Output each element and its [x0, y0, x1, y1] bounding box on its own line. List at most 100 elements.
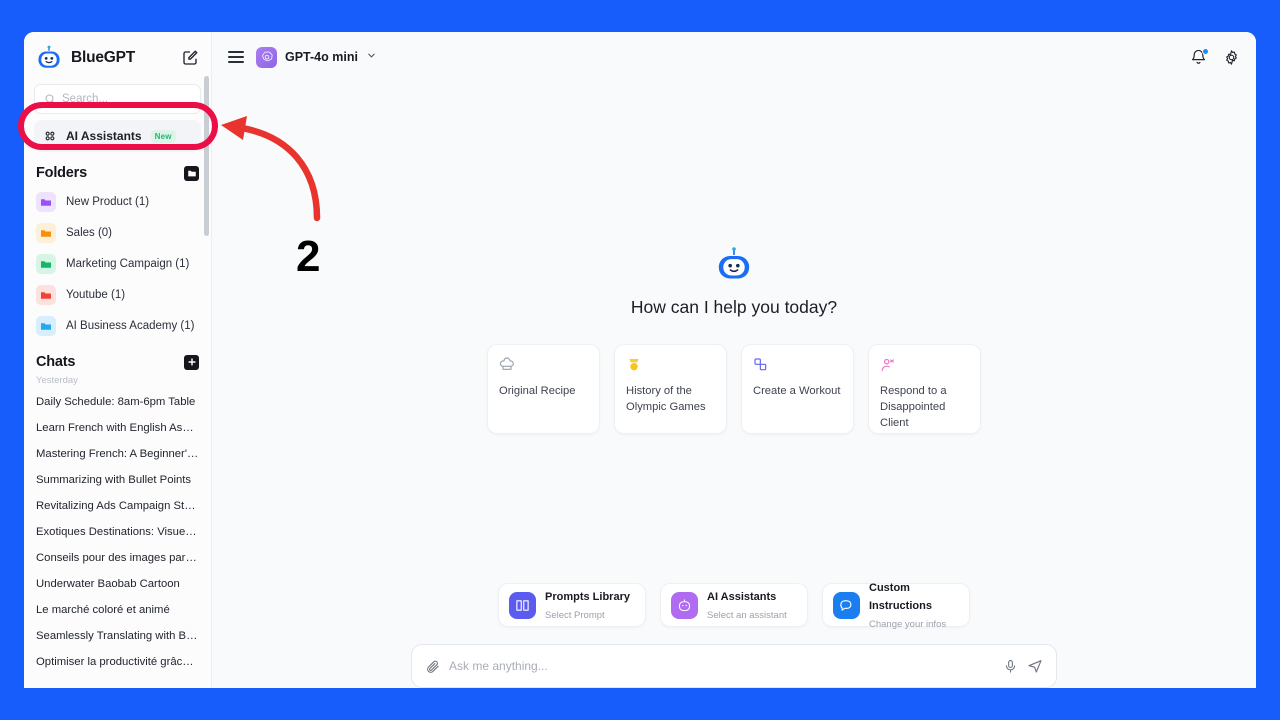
- quick-action-button[interactable]: AI Assistants Select an assistant: [660, 583, 808, 627]
- brand-row: BlueGPT: [24, 32, 211, 84]
- robot-icon: [671, 591, 698, 619]
- folder-icon: [36, 222, 56, 243]
- folder-item[interactable]: AI Business Academy (1): [34, 310, 201, 341]
- quick-actions-row: Prompts Library Select Prompt AI Assistant…: [212, 582, 1256, 630]
- quick-action-subtitle: Select an assistant: [707, 610, 787, 621]
- chat-title: Mastering French: A Beginner's ...: [36, 448, 199, 460]
- chats-title: Chats: [36, 354, 76, 370]
- message-composer[interactable]: Ask me anything...: [411, 644, 1057, 688]
- chat-list-item[interactable]: Revitalizing Ads Campaign Stra...: [34, 493, 201, 519]
- suggestion-card[interactable]: Create a Workout: [741, 344, 854, 434]
- suggestion-card[interactable]: History of the Olympic Games: [614, 344, 727, 434]
- send-icon[interactable]: [1027, 658, 1043, 674]
- robot-mascot-icon: [716, 247, 752, 283]
- quick-action-title: AI Assistants: [707, 591, 777, 603]
- chat-title: Summarizing with Bullet Points: [36, 474, 192, 486]
- chat-list-item[interactable]: Seamlessly Translating with Bili...: [34, 623, 201, 649]
- chat-title: Learn French with English Assis...: [36, 422, 199, 434]
- quick-action-text: AI Assistants Select an assistant: [707, 587, 787, 623]
- suggestion-card-label: Create a Workout: [753, 385, 841, 397]
- sidebar-item-ai-assistants[interactable]: AI Assistants New: [34, 120, 201, 152]
- quick-action-title: Prompts Library: [545, 591, 630, 603]
- quick-action-text: Custom Instructions Change your infos: [869, 578, 959, 632]
- hamburger-icon[interactable]: [228, 48, 244, 67]
- folder-item[interactable]: Marketing Campaign (1): [34, 248, 201, 279]
- quick-action-subtitle: Select Prompt: [545, 610, 605, 621]
- chat-bubble-icon: [833, 591, 860, 619]
- topbar: GPT-4o mini: [212, 32, 1256, 82]
- search-input[interactable]: Search...: [34, 84, 201, 114]
- composer-placeholder: Ask me anything...: [449, 659, 548, 673]
- quick-action-button[interactable]: Prompts Library Select Prompt: [498, 583, 646, 627]
- chats-section-header: Chats: [36, 354, 199, 370]
- chat-list-item[interactable]: Learn French with English Assis...: [34, 415, 201, 441]
- folder-label: Marketing Campaign (1): [66, 257, 190, 270]
- microphone-icon[interactable]: [1003, 659, 1018, 674]
- quick-action-text: Prompts Library Select Prompt: [545, 587, 630, 623]
- openai-model-icon: [256, 46, 277, 68]
- chat-list-item[interactable]: Underwater Baobab Cartoon: [34, 571, 201, 597]
- folder-icon: [36, 191, 56, 212]
- model-name: GPT-4o mini: [285, 50, 358, 64]
- suggestion-card[interactable]: Original Recipe: [487, 344, 600, 434]
- sidebar-scroll-area[interactable]: Search... AI Assistants New Folders New: [24, 84, 211, 688]
- folder-label: AI Business Academy (1): [66, 319, 195, 332]
- folder-item[interactable]: Youtube (1): [34, 279, 201, 310]
- chat-list-item[interactable]: Conseils pour des images parfa...: [34, 545, 201, 571]
- sidebar-scrollbar[interactable]: [204, 76, 209, 236]
- model-selector[interactable]: GPT-4o mini: [256, 46, 377, 68]
- chat-title: Revitalizing Ads Campaign Stra...: [36, 500, 199, 512]
- chat-list-item[interactable]: Exotiques Destinations: Visuels ...: [34, 519, 201, 545]
- chat-title: Daily Schedule: 8am-6pm Table: [36, 396, 196, 408]
- quick-action-title: Custom Instructions: [869, 582, 932, 612]
- new-badge: New: [150, 129, 176, 143]
- folder-item[interactable]: Sales (0): [34, 217, 201, 248]
- gear-icon[interactable]: [1223, 49, 1240, 66]
- compose-icon[interactable]: [181, 49, 199, 67]
- suggestion-card-label: Respond to a Disappointed Client: [880, 385, 947, 430]
- sidebar: BlueGPT Search... AI Assistants New Fold…: [24, 32, 212, 688]
- book-icon: [509, 591, 536, 619]
- chat-title: Optimiser la productivité grâce ...: [36, 656, 199, 668]
- chat-title: Conseils pour des images parfa...: [36, 552, 199, 564]
- chef-hat-icon: [499, 357, 588, 374]
- suggestion-cards: Original Recipe History of the Olympic Ga…: [487, 344, 981, 434]
- chat-list-item[interactable]: Le marché coloré et animé: [34, 597, 201, 623]
- folder-item[interactable]: New Product (1): [34, 186, 201, 217]
- search-icon: [45, 94, 55, 104]
- new-chat-icon[interactable]: [184, 354, 199, 370]
- chat-list-item[interactable]: Summarizing with Bullet Points: [34, 467, 201, 493]
- chats-day-label: Yesterday: [36, 375, 78, 386]
- bell-icon[interactable]: [1190, 47, 1209, 66]
- brand-name: BlueGPT: [71, 49, 136, 66]
- welcome-area: How can I help you today? Original Recip…: [212, 82, 1256, 583]
- medal-icon: [626, 357, 715, 374]
- quick-action-subtitle: Change your infos: [869, 619, 947, 630]
- app-window: BlueGPT Search... AI Assistants New Fold…: [24, 32, 1256, 688]
- search-placeholder: Search...: [62, 93, 109, 105]
- folder-label: Sales (0): [66, 226, 113, 239]
- folder-icon: [36, 315, 56, 336]
- person-unhappy-icon: [880, 357, 969, 374]
- chat-list-item[interactable]: Daily Schedule: 8am-6pm Table: [34, 389, 201, 415]
- suggestion-card-label: Original Recipe: [499, 385, 576, 397]
- topbar-actions: [1190, 47, 1240, 66]
- paperclip-icon[interactable]: [425, 659, 440, 674]
- chats-list: Daily Schedule: 8am-6pm Table Learn Frenc…: [34, 389, 201, 675]
- bluegpt-logo-icon: [36, 45, 62, 71]
- page-title: How can I help you today?: [630, 297, 838, 317]
- quick-action-button[interactable]: Custom Instructions Change your infos: [822, 582, 970, 630]
- composer-wrap: Ask me anything...: [212, 644, 1256, 688]
- chat-list-item[interactable]: Mastering French: A Beginner's ...: [34, 441, 201, 467]
- add-folder-icon[interactable]: [184, 165, 199, 181]
- chevron-down-icon: [366, 48, 377, 66]
- folder-icon: [36, 284, 56, 305]
- grid-apps-icon: [45, 131, 55, 141]
- suggestion-card[interactable]: Respond to a Disappointed Client: [868, 344, 981, 434]
- notification-dot: [1202, 47, 1209, 55]
- chat-list-item[interactable]: Optimiser la productivité grâce ...: [34, 649, 201, 675]
- sidebar-item-label: AI Assistants: [66, 129, 142, 143]
- folder-label: Youtube (1): [66, 288, 126, 301]
- dumbbell-icon: [753, 357, 842, 374]
- folders-list: New Product (1) Sales (0) Marketing Campai…: [34, 186, 201, 341]
